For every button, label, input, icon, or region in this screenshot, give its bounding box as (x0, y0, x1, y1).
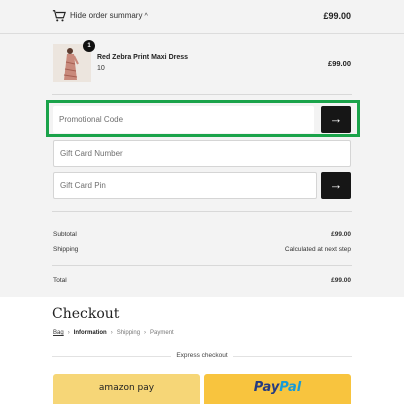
amazon-pay-logo: amazon pay (98, 383, 155, 393)
quantity-badge: 1 (83, 40, 95, 52)
breadcrumb-chevron-icon: › (110, 330, 113, 336)
gift-card-number-field[interactable] (53, 140, 351, 167)
order-summary-panel: Hide order summary ^ £99.00 1 Red Zebra P… (0, 0, 404, 297)
paypal-logo-part-2: Pal (279, 380, 302, 395)
checkout-title: Checkout (52, 306, 120, 322)
express-checkout-label: Express checkout (0, 352, 404, 359)
product-size: 10 (97, 65, 105, 72)
subtotal-value: £99.00 (331, 231, 351, 238)
shopping-cart-icon (52, 10, 66, 22)
paypal-button[interactable]: PayPal (204, 374, 351, 404)
breadcrumb-shipping: Shipping (116, 330, 141, 336)
product-name: Red Zebra Print Maxi Dress (97, 54, 189, 61)
divider (52, 211, 352, 212)
total-label: Total (53, 277, 67, 284)
shipping-value: Calculated at next step (284, 246, 351, 253)
shipping-label: Shipping (53, 246, 79, 253)
paypal-logo-part-1: Pay (253, 380, 280, 395)
checkout-panel: Checkout Bag › Information › Shipping › Paymen… (0, 297, 404, 404)
subtotal-label: Subtotal (53, 231, 77, 238)
breadcrumb-information: Information (73, 330, 107, 336)
promo-highlight-box (46, 100, 360, 137)
apply-gift-card-button[interactable]: → (321, 172, 351, 199)
divider (52, 94, 352, 95)
order-summary-header[interactable]: Hide order summary ^ £99.00 (0, 0, 404, 34)
hide-order-summary-toggle[interactable]: Hide order summary ^ (70, 11, 148, 20)
breadcrumb-chevron-icon: › (144, 330, 147, 336)
summary-total-price: £99.00 (323, 11, 351, 21)
breadcrumb-chevron-icon: › (67, 330, 70, 336)
express-checkout-text: Express checkout (171, 352, 233, 359)
arrow-right-icon: → (329, 177, 343, 192)
gift-card-pin-field[interactable] (53, 172, 317, 199)
breadcrumb: Bag › Information › Shipping › Payment (53, 330, 174, 336)
breadcrumb-bag[interactable]: Bag (53, 330, 64, 336)
gift-card-pin-input[interactable] (54, 173, 316, 198)
breadcrumb-payment: Payment (150, 330, 174, 336)
gift-card-number-input[interactable] (54, 141, 350, 166)
amazon-pay-button[interactable]: amazon pay (53, 374, 200, 404)
divider (52, 265, 352, 266)
chevron-up-icon: ^ (144, 13, 148, 20)
toggle-label-text: Hide order summary (70, 11, 143, 20)
total-value: £99.00 (331, 277, 351, 284)
product-price: £99.00 (328, 59, 351, 68)
paypal-logo: PayPal (254, 380, 301, 395)
